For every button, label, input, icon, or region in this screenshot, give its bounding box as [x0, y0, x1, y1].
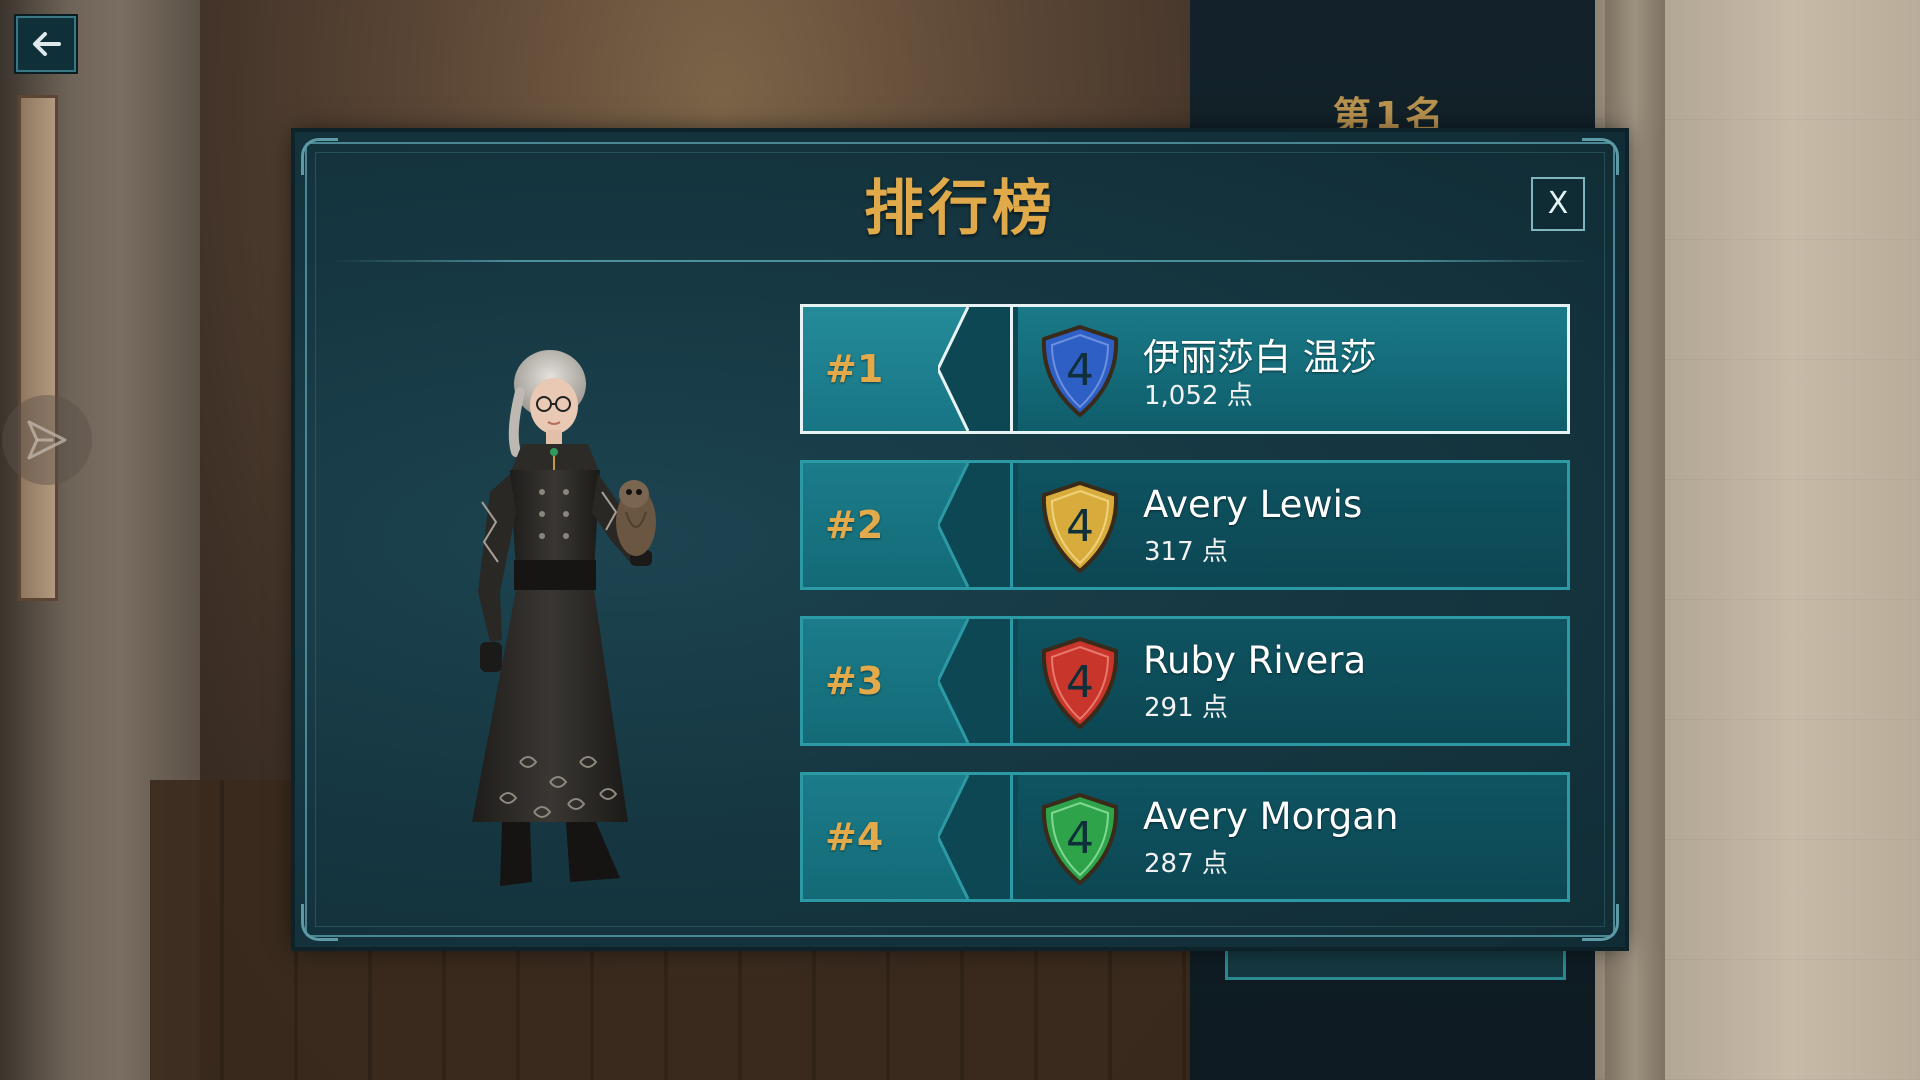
- player-name: Avery Lewis: [1143, 483, 1363, 526]
- rank-label: #1: [825, 347, 884, 391]
- leaderboard-row[interactable]: #1 4 伊丽莎白 温莎 1,052 点: [800, 304, 1570, 434]
- rank-label: #3: [825, 659, 884, 703]
- row-divider: [1010, 463, 1013, 587]
- house-crest-icon: 4: [1036, 323, 1124, 419]
- close-button[interactable]: X: [1531, 177, 1585, 231]
- crest-level: 4: [1066, 813, 1094, 864]
- row-divider: [1010, 307, 1013, 431]
- background-window: [18, 95, 58, 601]
- leaderboard-list: #1 4 伊丽莎白 温莎 1,052 点 #2 4 Avery Lewis 31…: [800, 304, 1570, 924]
- rank-notch: [938, 775, 1018, 899]
- row-divider: [1010, 775, 1013, 899]
- player-points: 317 点: [1144, 537, 1228, 567]
- frame-corner-ornament: [301, 904, 338, 941]
- leaderboard-row[interactable]: #3 4 Ruby Rivera 291 点: [800, 616, 1570, 746]
- leaderboard-row[interactable]: #2 4 Avery Lewis 317 点: [800, 460, 1570, 590]
- rank-label: #4: [825, 815, 884, 859]
- row-divider: [1010, 619, 1013, 743]
- crest-level: 4: [1066, 501, 1094, 552]
- back-button[interactable]: [16, 16, 76, 72]
- rank-notch: [938, 307, 1018, 431]
- player-points: 287 点: [1144, 849, 1228, 879]
- title-divider: [330, 260, 1590, 262]
- back-arrow-icon: [33, 32, 61, 56]
- send-icon: [27, 420, 67, 460]
- background-rank-bar: [1225, 945, 1566, 980]
- crest-level: 4: [1066, 345, 1094, 396]
- player-points: 1,052 点: [1144, 381, 1253, 411]
- rank-notch: [938, 619, 1018, 743]
- house-crest-icon: 4: [1036, 635, 1124, 731]
- leaderboard-modal: 排行榜 X #1 4 伊丽莎白 温莎 1,052 点 #2 4 Avery Le…: [295, 132, 1625, 947]
- rank-notch: [938, 463, 1018, 587]
- modal-title: 排行榜: [864, 174, 1056, 244]
- player-character-avatar: [472, 350, 656, 886]
- player-name: 伊丽莎白 温莎: [1143, 336, 1377, 379]
- player-name: Ruby Rivera: [1143, 639, 1367, 682]
- crest-level: 4: [1066, 657, 1094, 708]
- send-button[interactable]: [2, 395, 92, 485]
- house-crest-icon: 4: [1036, 479, 1124, 575]
- player-name: Avery Morgan: [1143, 795, 1399, 838]
- rank-label: #2: [825, 503, 884, 547]
- player-points: 291 点: [1144, 693, 1228, 723]
- leaderboard-row[interactable]: #4 4 Avery Morgan 287 点: [800, 772, 1570, 902]
- house-crest-icon: 4: [1036, 791, 1124, 887]
- frame-corner-ornament: [1582, 904, 1619, 941]
